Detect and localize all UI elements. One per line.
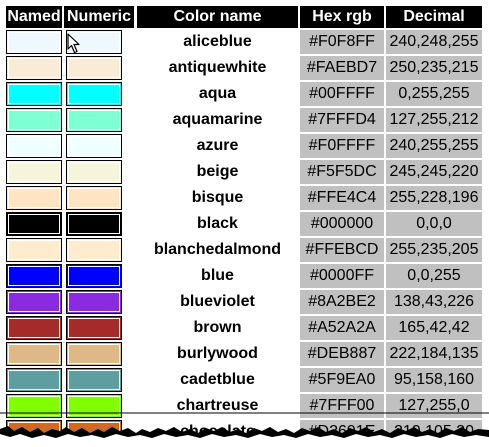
- named-swatch: [6, 56, 62, 80]
- header-decimal: Decimal: [386, 6, 482, 28]
- header-named: Named: [6, 6, 62, 28]
- table-row: cadetblue #5F9EA0 95,158,160: [6, 368, 484, 394]
- color-name-cell: bisque: [191, 189, 244, 206]
- named-swatch: [6, 316, 62, 340]
- table-row: bisque #FFE4C4 255,228,196: [6, 186, 484, 212]
- color-name-cell: blueviolet: [180, 293, 255, 310]
- decimal-cell: 0,255,255: [386, 82, 482, 106]
- hex-cell: #DEB887: [300, 342, 384, 366]
- numeric-swatch: [66, 264, 122, 288]
- numeric-swatch: [66, 290, 122, 314]
- decimal-cell: 165,42,42: [386, 316, 482, 340]
- color-name-cell: aquamarine: [172, 111, 263, 128]
- color-name-cell: blanchedalmond: [153, 241, 282, 258]
- table-row: blue #0000FF 0,0,255: [6, 264, 484, 290]
- table-row: blanchedalmond #FFEBCD 255,235,205: [6, 238, 484, 264]
- color-table: Named Numeric Color name Hex rgb Decimal…: [0, 0, 489, 447]
- hex-cell: #00FFFF: [300, 82, 384, 106]
- decimal-cell: 250,235,215: [386, 56, 482, 80]
- named-swatch: [6, 264, 62, 288]
- numeric-swatch: [66, 160, 122, 184]
- named-swatch: [6, 212, 62, 236]
- named-swatch: [6, 108, 62, 132]
- color-name-cell: black: [197, 215, 238, 232]
- named-swatch: [6, 290, 62, 314]
- hex-cell: #A52A2A: [300, 316, 384, 340]
- mouse-pointer-icon: [67, 33, 80, 54]
- table-row: beige #F5F5DC 245,245,220: [6, 160, 484, 186]
- named-swatch: [6, 186, 62, 210]
- table-row: aqua #00FFFF 0,255,255: [6, 82, 484, 108]
- numeric-swatch: [66, 238, 122, 262]
- hex-cell: #F5F5DC: [300, 160, 384, 184]
- hex-cell: #FAEBD7: [300, 56, 384, 80]
- decimal-cell: 240,248,255: [386, 30, 482, 54]
- table-row: blueviolet #8A2BE2 138,43,226: [6, 290, 484, 316]
- color-name-cell: azure: [196, 137, 239, 154]
- hex-cell: #8A2BE2: [300, 290, 384, 314]
- named-swatch: [6, 342, 62, 366]
- hex-cell: #F0FFFF: [300, 134, 384, 158]
- decimal-cell: 245,245,220: [386, 160, 482, 184]
- named-swatch: [6, 368, 62, 392]
- header-numeric: Numeric: [64, 6, 134, 28]
- numeric-swatch: [66, 342, 122, 366]
- numeric-swatch: [66, 316, 122, 340]
- numeric-swatch: [66, 108, 122, 132]
- table-row: black #000000 0,0,0: [6, 212, 484, 238]
- decimal-cell: 138,43,226: [386, 290, 482, 314]
- numeric-swatch: [66, 134, 122, 158]
- torn-paper-edge: [0, 412, 489, 447]
- color-name-cell: burlywood: [177, 345, 258, 362]
- color-name-cell: aliceblue: [183, 33, 252, 50]
- decimal-cell: 255,228,196: [386, 186, 482, 210]
- hex-cell: #F0F8FF: [300, 30, 384, 54]
- header-hex: Hex rgb: [300, 6, 384, 28]
- hex-cell: #5F9EA0: [300, 368, 384, 392]
- decimal-cell: 95,158,160: [386, 368, 482, 392]
- color-name-cell: aqua: [198, 85, 237, 102]
- numeric-swatch: [66, 368, 122, 392]
- color-name-cell: beige: [196, 163, 239, 180]
- named-swatch: [6, 30, 62, 54]
- decimal-cell: 0,0,0: [386, 212, 482, 236]
- named-swatch: [6, 238, 62, 262]
- table-row: burlywood #DEB887 222,184,135: [6, 342, 484, 368]
- decimal-cell: 255,235,205: [386, 238, 482, 262]
- table-row: brown #A52A2A 165,42,42: [6, 316, 484, 342]
- hex-cell: #000000: [300, 212, 384, 236]
- header-color-name: Color name: [137, 6, 298, 28]
- named-swatch: [6, 82, 62, 106]
- hex-cell: #FFE4C4: [300, 186, 384, 210]
- table-row: azure #F0FFFF 240,255,255: [6, 134, 484, 160]
- numeric-swatch: [66, 186, 122, 210]
- hex-cell: #0000FF: [300, 264, 384, 288]
- hex-cell: #7FFFD4: [300, 108, 384, 132]
- named-swatch: [6, 160, 62, 184]
- color-name-cell: brown: [193, 319, 242, 336]
- named-swatch: [6, 134, 62, 158]
- numeric-swatch: [66, 82, 122, 106]
- numeric-swatch: [66, 56, 122, 80]
- table-row: antiquewhite #FAEBD7 250,235,215: [6, 56, 484, 82]
- color-name-cell: cadetblue: [180, 371, 255, 388]
- decimal-cell: 0,0,255: [386, 264, 482, 288]
- numeric-swatch: [66, 212, 122, 236]
- hex-cell: #FFEBCD: [300, 238, 384, 262]
- table-row: aquamarine #7FFFD4 127,255,212: [6, 108, 484, 134]
- decimal-cell: 127,255,212: [386, 108, 482, 132]
- table-header: Named Numeric Color name Hex rgb Decimal: [6, 6, 484, 28]
- color-name-cell: antiquewhite: [168, 59, 267, 76]
- decimal-cell: 240,255,255: [386, 134, 482, 158]
- color-name-cell: blue: [201, 267, 234, 284]
- decimal-cell: 222,184,135: [386, 342, 482, 366]
